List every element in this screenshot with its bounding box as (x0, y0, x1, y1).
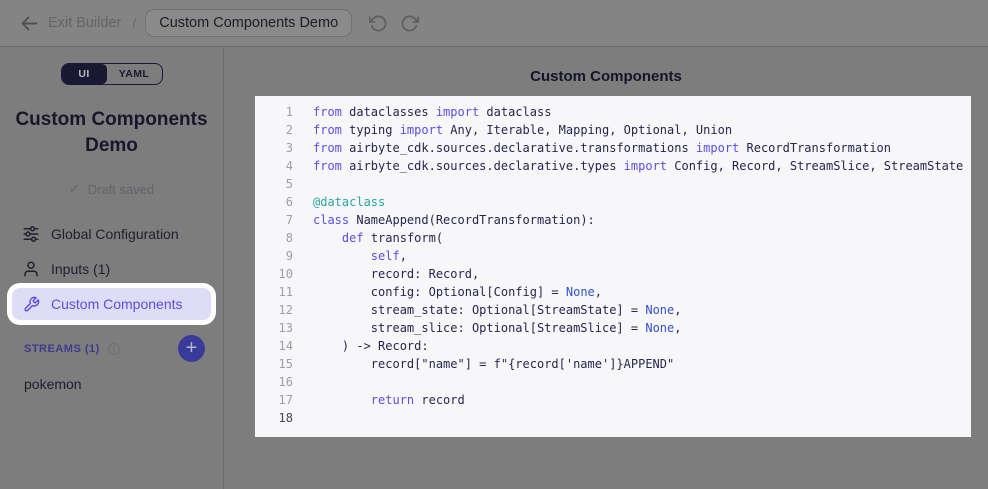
redo-button[interactable] (398, 12, 420, 34)
line-number: 15 (255, 355, 293, 373)
topbar: Exit Builder / Custom Components Demo (0, 0, 988, 47)
exit-builder-link[interactable]: Exit Builder (48, 15, 121, 31)
draft-status-label: Draft saved (88, 182, 154, 197)
code-text: record: Record, (313, 267, 479, 281)
line-number: 13 (255, 319, 293, 337)
sidebar-item-custom-components[interactable]: Custom Components (12, 288, 211, 320)
streams-header: STREAMS (1) + (24, 335, 205, 362)
sidebar-item-label: Global Configuration (51, 226, 179, 242)
code-line: 13 stream_slice: Optional[StreamSlice] =… (255, 319, 971, 337)
line-number: 7 (255, 211, 293, 229)
add-stream-button[interactable]: + (178, 335, 205, 362)
line-number: 1 (255, 103, 293, 121)
arrow-left-icon (19, 14, 38, 33)
line-number: 9 (255, 247, 293, 265)
sidebar: UI YAML Custom Components Demo ✓ Draft s… (0, 47, 224, 489)
code-text: class NameAppend(RecordTransformation): (313, 213, 595, 227)
check-icon: ✓ (69, 181, 80, 197)
code-text: from airbyte_cdk.sources.declarative.tra… (313, 141, 891, 155)
line-number: 14 (255, 337, 293, 355)
draft-status: ✓ Draft saved (0, 181, 223, 197)
code-text: from typing import Any, Iterable, Mappin… (313, 123, 732, 137)
toggle-ui[interactable]: UI (62, 64, 107, 84)
line-number: 12 (255, 301, 293, 319)
code-line: 18 (255, 409, 971, 427)
code-text: @dataclass (313, 195, 385, 209)
line-number: 3 (255, 139, 293, 157)
page-title: Custom Components (224, 68, 988, 85)
code-line: 5 (255, 175, 971, 193)
sidebar-item-label: Inputs (1) (51, 261, 110, 277)
redo-icon (400, 14, 419, 33)
code-line: 9 self, (255, 247, 971, 265)
code-line: 15 record["name"] = f"{record['name']}AP… (255, 355, 971, 373)
stream-item[interactable]: pokemon (0, 366, 223, 402)
back-button[interactable] (16, 11, 40, 35)
line-number: 8 (255, 229, 293, 247)
toggle-yaml[interactable]: YAML (107, 64, 162, 84)
sliders-icon (22, 225, 40, 243)
code-line: 1 from dataclasses import dataclass (255, 103, 971, 121)
code-text: from dataclasses import dataclass (313, 105, 551, 119)
line-number: 16 (255, 373, 293, 391)
code-text: stream_state: Optional[StreamState] = No… (313, 303, 681, 317)
line-number: 4 (255, 157, 293, 175)
line-number: 5 (255, 175, 293, 193)
main-panel: Custom Components 1 from dataclasses impo… (224, 47, 988, 489)
code-editor[interactable]: 1 from dataclasses import dataclass 2 from … (255, 96, 971, 437)
info-icon[interactable] (107, 342, 121, 356)
code-text: def transform( (313, 231, 443, 245)
line-number: 6 (255, 193, 293, 211)
line-number: 10 (255, 265, 293, 283)
code-line: 11 config: Optional[Config] = None, (255, 283, 971, 301)
code-text: config: Optional[Config] = None, (313, 285, 602, 299)
code-text: record["name"] = f"{record['name']}APPEN… (313, 357, 674, 371)
code-text: return record (313, 393, 465, 407)
code-line: 3 from airbyte_cdk.sources.declarative.tr… (255, 139, 971, 157)
code-line: 12 stream_state: Optional[StreamState] =… (255, 301, 971, 319)
sidebar-item-global-configuration[interactable]: Global Configuration (12, 218, 211, 250)
code-text: self, (313, 249, 407, 263)
project-name-input[interactable]: Custom Components Demo (145, 9, 352, 37)
code-text: ) -> Record: (313, 339, 429, 353)
code-line: 16 (255, 373, 971, 391)
user-icon (22, 260, 40, 278)
code-line: 17 return record (255, 391, 971, 409)
undo-icon (369, 14, 388, 33)
code-line: 14 ) -> Record: (255, 337, 971, 355)
sidebar-nav: Global Configuration Inputs (1) Custom Com… (0, 218, 223, 320)
undo-button[interactable] (367, 12, 389, 34)
sidebar-item-label: Custom Components (51, 296, 183, 312)
code-text: stream_slice: Optional[StreamSlice] = No… (313, 321, 681, 335)
stream-list: pokemon (0, 366, 223, 402)
line-number: 18 (255, 409, 293, 427)
sidebar-item-inputs[interactable]: Inputs (1) (12, 253, 211, 285)
wrench-icon (22, 295, 40, 313)
code-line: 10 record: Record, (255, 265, 971, 283)
code-line: 2 from typing import Any, Iterable, Mappi… (255, 121, 971, 139)
line-number: 11 (255, 283, 293, 301)
streams-label: STREAMS (1) (24, 343, 100, 355)
connector-title: Custom Components Demo (10, 107, 213, 159)
line-number: 2 (255, 121, 293, 139)
line-number: 17 (255, 391, 293, 409)
ui-yaml-toggle: UI YAML (61, 63, 163, 85)
breadcrumb-separator: / (132, 15, 136, 31)
code-line: 4 from airbyte_cdk.sources.declarative.ty… (255, 157, 971, 175)
code-line: 6 @dataclass (255, 193, 971, 211)
code-line: 7 class NameAppend(RecordTransformation): (255, 211, 971, 229)
code-text: from airbyte_cdk.sources.declarative.typ… (313, 159, 963, 173)
code-line: 8 def transform( (255, 229, 971, 247)
